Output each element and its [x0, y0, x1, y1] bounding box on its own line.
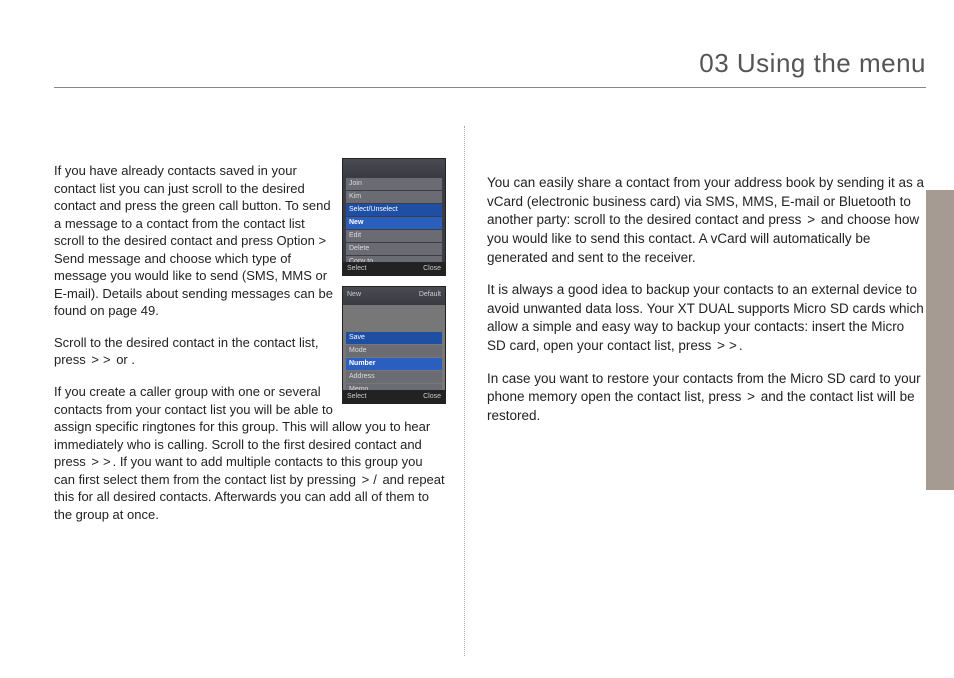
separator: >	[727, 337, 739, 356]
default-label: Default	[419, 290, 441, 305]
text: .	[739, 338, 743, 353]
softkey-right: Close	[423, 390, 441, 403]
menu-header: Select/Unselect	[346, 204, 442, 216]
menu-item: Delete	[346, 243, 442, 255]
left-column: Join Kim Select/Unselect New Edit Delete…	[54, 114, 464, 648]
phone-screenshot-contacts-menu: Join Kim Select/Unselect New Edit Delete…	[342, 158, 446, 276]
separator: >	[360, 471, 372, 489]
page-title: 03 Using the menu	[699, 48, 926, 78]
phone-screenshot-new-contact: New Default Save Mode Number Address Mem…	[342, 286, 446, 404]
page-header: 03 Using the menu	[54, 48, 926, 88]
content-area: Join Kim Select/Unselect New Edit Delete…	[54, 114, 926, 648]
separator: >	[101, 453, 113, 471]
text: or	[113, 352, 132, 367]
separator: >	[89, 453, 101, 471]
separator: >	[745, 388, 757, 407]
menu-item: Address	[346, 371, 442, 383]
menu-item: Edit	[346, 230, 442, 242]
paragraph-restore: In case you want to restore your contact…	[487, 370, 926, 426]
menu-item: Number	[346, 358, 442, 370]
menu-item: Mode	[346, 345, 442, 357]
new-label: New	[347, 290, 361, 305]
side-index-tab	[926, 190, 954, 490]
separator: >	[805, 211, 817, 230]
softkey-right: Close	[423, 262, 441, 275]
separator: >	[89, 351, 101, 369]
text: .	[131, 352, 135, 367]
contact-row: Kim	[346, 191, 442, 203]
softkey-left: Select	[347, 262, 366, 275]
separator: >	[715, 337, 727, 356]
separator: >	[101, 351, 113, 369]
menu-header: Save	[346, 332, 442, 344]
menu-item: New	[346, 217, 442, 229]
paragraph-backup: It is always a good idea to backup your …	[487, 281, 926, 356]
text: It is always a good idea to backup your …	[487, 282, 924, 353]
contact-row: Join	[346, 178, 442, 190]
separator: /	[371, 471, 379, 489]
right-column: You can easily share a contact from your…	[465, 114, 926, 648]
phone-screenshots: Join Kim Select/Unselect New Edit Delete…	[342, 158, 446, 414]
paragraph-vcard: You can easily share a contact from your…	[487, 174, 926, 267]
softkey-left: Select	[347, 390, 366, 403]
